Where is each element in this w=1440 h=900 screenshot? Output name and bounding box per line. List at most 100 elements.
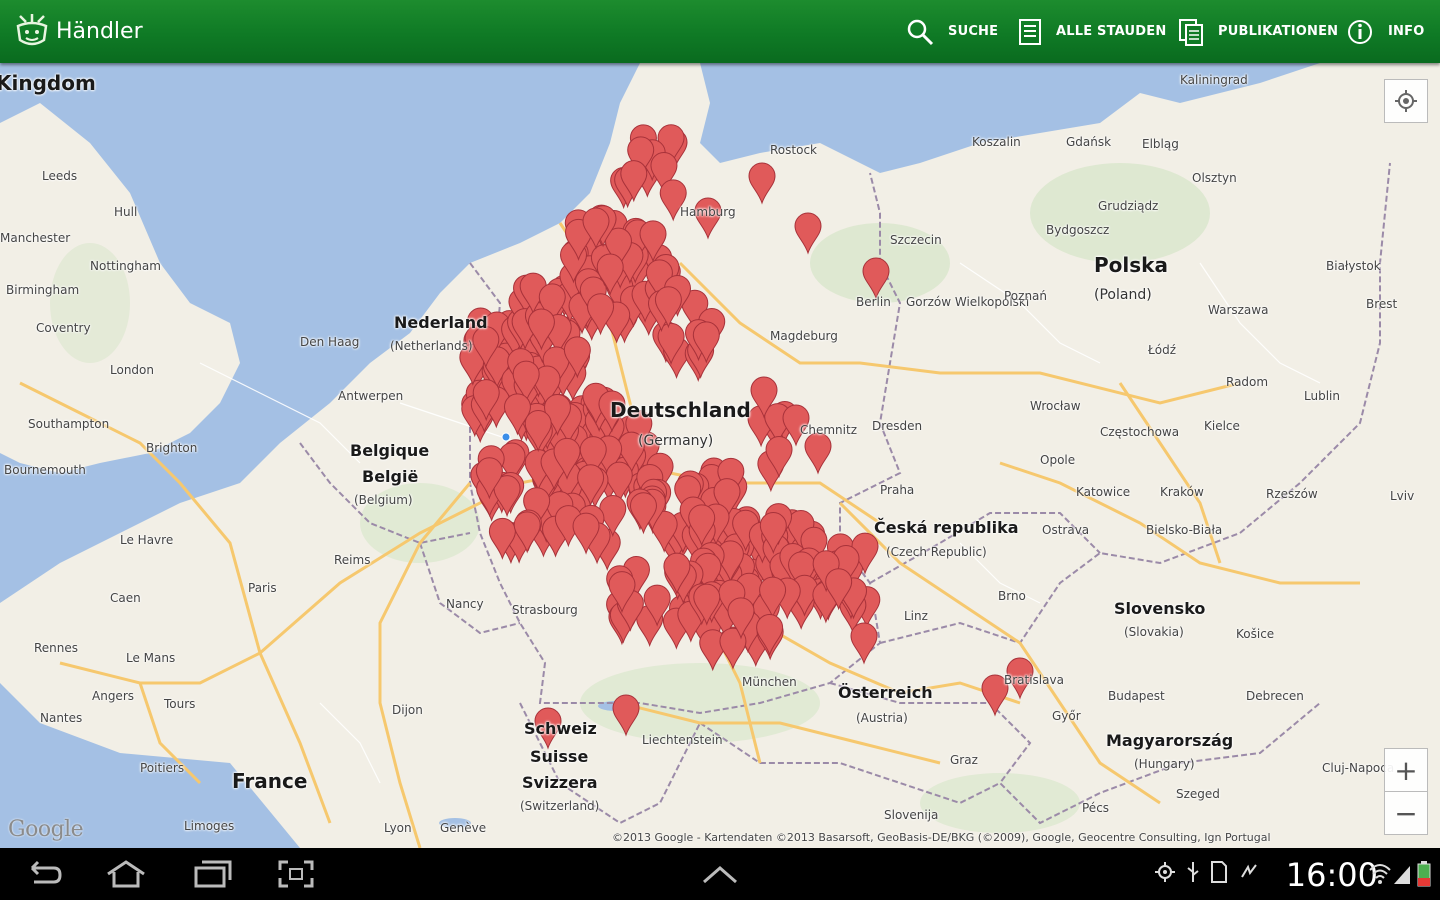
map-label-rzeszow: Rzeszów	[1266, 487, 1318, 501]
map-label-austria: (Austria)	[856, 711, 908, 725]
map-label-hull: Hull	[114, 205, 138, 219]
map-label-brno: Brno	[998, 589, 1026, 603]
map-label-bielsko: Bielsko-Biała	[1146, 523, 1223, 537]
documents-icon	[1179, 18, 1203, 46]
map-label-krakow: Kraków	[1160, 485, 1204, 499]
map-label-grudziadz: Grudziądz	[1098, 199, 1159, 213]
sync-icon	[1241, 864, 1257, 878]
my-location-dot	[501, 432, 511, 442]
sd-card-icon	[1211, 861, 1227, 883]
map-label-magyar: Magyarország	[1106, 731, 1234, 750]
map-label-reims: Reims	[334, 553, 371, 567]
home-icon	[107, 860, 145, 888]
map-label-switzerland: (Switzerland)	[520, 799, 600, 813]
map-label-poitiers: Poitiers	[140, 761, 185, 775]
zoom-out-button[interactable]: −	[1384, 791, 1428, 835]
map-label-ostrava: Ostrava	[1042, 523, 1090, 537]
map-label-lehavre: Le Havre	[120, 533, 174, 547]
map-label-tours: Tours	[164, 697, 196, 711]
map-label-belgium: (Belgium)	[354, 493, 413, 507]
map-label-limoges: Limoges	[184, 819, 235, 833]
search-action[interactable]: SUCHE	[906, 0, 998, 63]
map-label-prague: Praha	[880, 483, 915, 497]
map-label-birmingham: Birmingham	[6, 283, 80, 297]
map-label-brighton: Brighton	[146, 441, 198, 455]
zoom-in-button[interactable]: +	[1384, 748, 1428, 792]
map-label-ceska: Česká republika	[874, 518, 1019, 537]
back-button[interactable]	[22, 858, 66, 890]
map-label-coventry: Coventry	[36, 321, 91, 335]
map-label-kosice: Košice	[1236, 627, 1275, 641]
info-icon	[1348, 19, 1372, 44]
search-icon	[907, 19, 934, 45]
map-label-bialystok: Białystok	[1326, 259, 1381, 273]
map-label-polska: Polska	[1094, 253, 1168, 277]
publications-action-label: PUBLIKATIONEN	[1218, 24, 1339, 39]
map-copyright: ©2013 Google - Kartendaten ©2013 Basarso…	[612, 831, 1271, 844]
map-label-gyor: Győr	[1052, 709, 1081, 723]
usb-icon	[1187, 862, 1199, 882]
map-label-hamburg: Hamburg	[680, 205, 736, 219]
map-label-berlin: Berlin	[856, 295, 891, 309]
map-label-czestochowa: Częstochowa	[1100, 425, 1180, 439]
publications-action[interactable]: PUBLIKATIONEN	[1178, 0, 1338, 63]
map-label-munchen: München	[742, 675, 797, 689]
map-label-southampton: Southampton	[28, 417, 110, 431]
menu-up-button[interactable]	[698, 858, 742, 890]
recent-apps-button[interactable]	[190, 858, 234, 890]
all-plants-action[interactable]: ALLE STAUDEN	[1018, 0, 1166, 63]
system-nav-bar: 16:00	[0, 848, 1440, 900]
map-label-bratislava: Bratislava	[1004, 673, 1064, 687]
map-label-brest: Brest	[1366, 297, 1398, 311]
map-label-schweiz: Schweiz	[524, 719, 597, 738]
map-label-belgie: België	[362, 467, 419, 486]
map-label-dresden: Dresden	[872, 419, 923, 433]
map-label-leeds: Leeds	[42, 169, 78, 183]
map-label-koszalin: Koszalin	[972, 135, 1021, 149]
google-logo: Google	[8, 817, 84, 842]
map-label-bydgoszcz: Bydgoszcz	[1046, 223, 1110, 237]
chevron-up-icon	[703, 866, 737, 884]
map-label-radom: Radom	[1226, 375, 1269, 389]
map-label-chemnitz: Chemnitz	[800, 423, 857, 437]
home-button[interactable]	[104, 858, 148, 890]
map-label-gdansk: Gdańsk	[1066, 135, 1112, 149]
map-label-linz: Linz	[904, 609, 928, 623]
all-plants-action-label: ALLE STAUDEN	[1056, 24, 1167, 39]
map-label-nottingham: Nottingham	[90, 259, 161, 273]
signal-icon	[1394, 866, 1410, 884]
map-label-france: France	[232, 769, 308, 793]
screenshot-icon	[278, 860, 314, 888]
map-label-budapest: Budapest	[1108, 689, 1165, 703]
map-label-hungary: (Hungary)	[1134, 757, 1195, 771]
my-location-button[interactable]	[1384, 79, 1428, 123]
map-label-suisse: Suisse	[530, 747, 589, 766]
map-label-pecs: Pécs	[1082, 801, 1110, 815]
map-label-liechtenstein: Liechtenstein	[642, 733, 723, 747]
map-label-szczecin: Szczecin	[890, 233, 942, 247]
map-label-magdeburg: Magdeburg	[770, 329, 838, 343]
map-label-lodz: Łódź	[1148, 343, 1177, 357]
map-label-warszawa: Warszawa	[1208, 303, 1269, 317]
status-icons	[1154, 860, 1260, 884]
screenshot-button[interactable]	[274, 858, 318, 890]
app-logo-icon[interactable]	[14, 12, 50, 50]
map-label-czech: (Czech Republic)	[886, 545, 987, 559]
map-label-angers: Angers	[92, 689, 134, 703]
map-label-nederland: Nederland	[394, 313, 488, 332]
map-label-slovensko: Slovensko	[1114, 599, 1206, 618]
map-label-katowice: Katowice	[1076, 485, 1131, 499]
map-label-elblag: Elbląg	[1142, 137, 1179, 151]
info-action[interactable]: INFO	[1346, 0, 1424, 63]
map-label-graz: Graz	[950, 753, 978, 767]
map-label-bournemouth: Bournemouth	[4, 463, 86, 477]
map-label-svizzera: Svizzera	[522, 773, 598, 792]
app-title: Händler	[56, 19, 143, 44]
map-label-kielce: Kielce	[1204, 419, 1240, 433]
map-label-szeged: Szeged	[1176, 787, 1220, 801]
map-label-lyon: Lyon	[384, 821, 412, 835]
gps-icon	[1155, 862, 1175, 882]
map-label-lemans: Le Mans	[126, 651, 176, 665]
map-label-antwerpen: Antwerpen	[338, 389, 404, 403]
map-view[interactable]: Kingdom Nederland (Netherlands) Belgique…	[0, 63, 1440, 848]
